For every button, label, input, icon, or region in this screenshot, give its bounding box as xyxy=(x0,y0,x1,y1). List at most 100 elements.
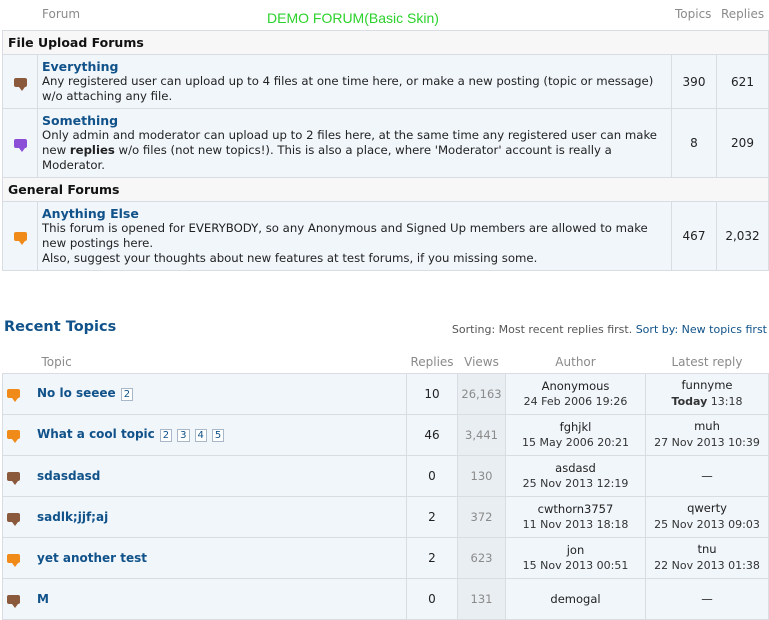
forum-description: Any registered user can upload up to 4 f… xyxy=(42,74,654,103)
topic-replies-count: 46 xyxy=(406,413,458,456)
topic-row: What a cool topic 2 3 4 5 46 3,441 fghjkl 15 May… xyxy=(2,413,769,456)
forum-topics-count: 390 xyxy=(671,54,717,109)
topic-views-count: 130 xyxy=(457,454,506,497)
topic-title-link[interactable]: yet another test xyxy=(37,551,147,565)
forum-icon-cell xyxy=(2,201,38,271)
topic-row: yet another test 2 623 jon 15 Nov 2013 00:51… xyxy=(2,536,769,579)
topic-title-link[interactable]: No lo seeee xyxy=(37,386,116,400)
forum-row-something: Something Only admin and moderator can u… xyxy=(2,108,769,178)
forum-topics-count: 467 xyxy=(671,201,717,271)
topic-cell: No lo seeee 2 xyxy=(2,372,407,415)
chat-bubble-orange-icon xyxy=(7,389,20,402)
page-link[interactable]: 4 xyxy=(194,429,207,442)
forum-row-anything-else: Anything Else This forum is opened for E… xyxy=(2,201,769,271)
forum-description: Also, suggest your thoughts about new fe… xyxy=(42,251,538,265)
forum-info: Anything Else This forum is opened for E… xyxy=(37,201,672,271)
topic-author: cwthorn3757 11 Nov 2013 18:18 xyxy=(505,495,646,538)
author-name[interactable]: Anonymous xyxy=(507,378,644,394)
forum-icon-cell xyxy=(2,108,38,178)
topic-author: Anonymous 24 Feb 2006 19:26 xyxy=(505,372,646,415)
topic-views-count: 3,441 xyxy=(457,413,506,456)
topic-title-link[interactable]: sdasdasd xyxy=(37,469,100,483)
recent-topics-table: Topic Replies Views Author Latest reply … xyxy=(2,352,769,620)
topic-latest-reply: — xyxy=(645,454,769,497)
latest-reply-user[interactable]: muh xyxy=(647,418,767,434)
latest-reply-user[interactable]: funnyme xyxy=(647,377,767,393)
forum-description: This forum is opened for EVERYBODY, so a… xyxy=(42,221,648,250)
topic-latest-reply: tnu 22 Nov 2013 01:38 xyxy=(645,536,769,579)
topic-replies-count: 10 xyxy=(406,372,458,415)
author-date: 15 Nov 2013 00:51 xyxy=(522,558,629,572)
forum-icon-cell xyxy=(2,54,38,109)
topic-latest-reply: — xyxy=(645,577,769,620)
chat-bubble-purple-icon xyxy=(13,139,27,152)
topic-cell: What a cool topic 2 3 4 5 xyxy=(2,413,407,456)
topic-author: demogal xyxy=(505,577,646,620)
topic-row: No lo seeee 2 10 26,163 Anonymous 24 Feb 2006… xyxy=(2,372,769,415)
author-date: 11 Nov 2013 18:18 xyxy=(522,517,629,531)
chat-bubble-brown-icon xyxy=(7,471,20,485)
desc-text: w/o files (not new topics!). This is als… xyxy=(42,143,612,172)
sorting-info: Sorting: Most recent replies first. Sort… xyxy=(452,323,767,336)
page-link[interactable]: 3 xyxy=(177,429,190,442)
page-link[interactable]: 2 xyxy=(120,388,134,401)
topic-replies-count: 2 xyxy=(406,495,458,538)
topic-replies-count: 0 xyxy=(406,454,458,497)
topic-author: jon 15 Nov 2013 00:51 xyxy=(505,536,646,579)
chat-bubble-brown-icon xyxy=(13,77,27,91)
category-header: File Upload Forums xyxy=(2,30,769,55)
author-name[interactable]: demogal xyxy=(507,591,644,607)
topic-author: fghjkl 15 May 2006 20:21 xyxy=(505,413,646,456)
topic-title-link[interactable]: M xyxy=(37,592,49,606)
topic-cell: yet another test xyxy=(2,536,407,579)
author-date: 15 May 2006 20:21 xyxy=(522,435,629,449)
recent-topics-title: Recent Topics xyxy=(4,319,117,335)
forum-title-link[interactable]: Everything xyxy=(42,59,665,74)
author-name[interactable]: asdasd xyxy=(507,460,644,476)
author-name[interactable]: jon xyxy=(507,542,644,558)
topic-latest-reply: funnyme Today 13:18 xyxy=(645,372,769,415)
forum-replies-count: 2,032 xyxy=(716,201,769,271)
latest-reply-date: 27 Nov 2013 10:39 xyxy=(654,436,760,449)
desc-bold-text: replies xyxy=(69,143,115,157)
page-link[interactable]: 5 xyxy=(211,429,225,442)
chat-bubble-brown-icon xyxy=(7,594,20,608)
topic-title-link[interactable]: sadlk;jjf;aj xyxy=(37,510,108,524)
author-date: 25 Nov 2013 12:19 xyxy=(522,476,629,490)
chat-bubble-brown-icon xyxy=(7,512,20,526)
forum-replies-count: 621 xyxy=(716,54,769,109)
author-name[interactable]: cwthorn3757 xyxy=(507,501,644,517)
forum-info: Something Only admin and moderator can u… xyxy=(37,108,672,178)
forum-description: Only admin and moderator can upload up t… xyxy=(42,128,665,173)
page-link[interactable]: 2 xyxy=(159,429,173,442)
replies-column-header: Replies xyxy=(410,355,454,370)
author-name[interactable]: fghjkl xyxy=(507,419,644,435)
forum-header: Forum DEMO FORUM(Basic Skin) Topics Repl… xyxy=(0,0,769,30)
forum-title-link[interactable]: Anything Else xyxy=(42,206,665,221)
forum-topics-count: 8 xyxy=(671,108,717,178)
latest-reply-column-header: Latest reply xyxy=(671,355,743,370)
sort-new-topics-link[interactable]: New topics first xyxy=(682,323,767,336)
forum-row-everything: Everything Any registered user can uploa… xyxy=(2,54,769,109)
forum-replies-count: 209 xyxy=(716,108,769,178)
topic-title-link[interactable]: What a cool topic xyxy=(37,427,155,441)
chat-bubble-orange-icon xyxy=(7,430,20,443)
topic-views-count: 623 xyxy=(457,536,506,579)
topic-row: sadlk;jjf;aj 2 372 cwthorn3757 11 Nov 2013 1… xyxy=(2,495,769,538)
topic-row: sdasdasd 0 130 asdasd 25 Nov 2013 12:19 — xyxy=(2,454,769,497)
latest-reply-user[interactable]: tnu xyxy=(647,541,767,557)
topic-cell: sadlk;jjf;aj xyxy=(2,495,407,538)
topic-replies-count: 2 xyxy=(406,536,458,579)
chat-bubble-orange-icon xyxy=(7,553,20,567)
site-title: DEMO FORUM(Basic Skin) xyxy=(267,10,439,26)
views-column-header: Views xyxy=(464,355,499,370)
latest-reply-user[interactable]: — xyxy=(647,468,767,484)
forum-column-header: Forum xyxy=(42,7,81,21)
topics-column-header: Topics xyxy=(675,7,712,21)
topic-replies-count: 0 xyxy=(406,577,458,620)
forum-title-link[interactable]: Something xyxy=(42,113,665,128)
latest-reply-user[interactable]: qwerty xyxy=(647,500,767,516)
topic-views-count: 26,163 xyxy=(457,372,506,415)
latest-reply-user[interactable]: — xyxy=(647,591,767,607)
latest-reply-date: 25 Nov 2013 09:03 xyxy=(654,518,760,531)
